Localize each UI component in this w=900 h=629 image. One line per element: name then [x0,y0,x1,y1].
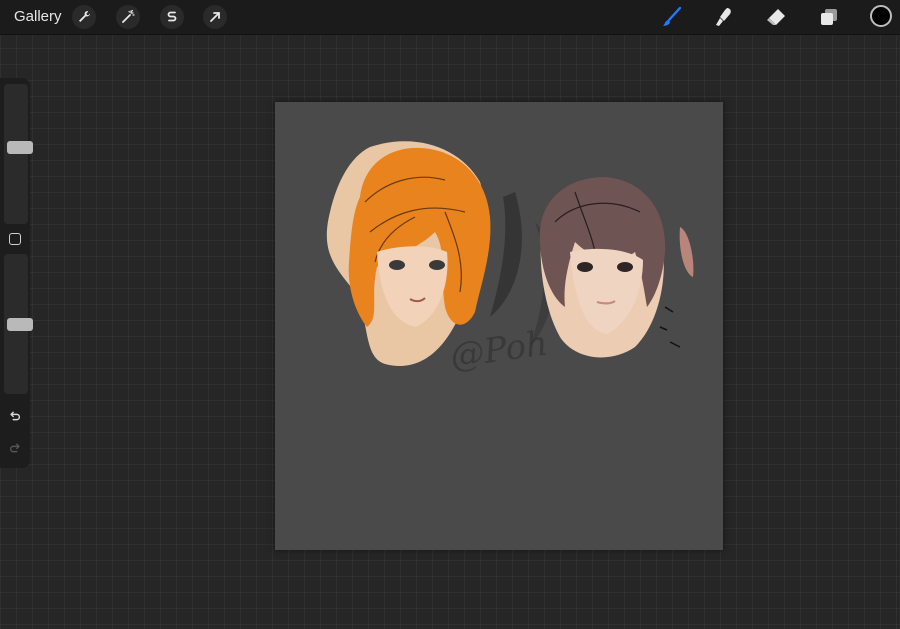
actions-button[interactable] [72,5,96,29]
transform-arrow-icon [210,12,220,22]
right-eye-l [577,262,593,272]
pink-swatch-dab [679,227,694,277]
smudge-tool-button[interactable] [711,4,737,30]
brush-tool-button[interactable] [659,4,685,30]
right-eye-r [617,262,633,272]
shadow-streak [490,192,522,317]
top-toolbar: Gallery [0,0,900,35]
modify-button[interactable] [9,233,21,245]
layers-button[interactable] [816,4,842,30]
brush-icon [663,6,682,26]
adjustments-button[interactable] [116,5,140,29]
gallery-button[interactable]: Gallery [14,8,62,25]
opacity-handle[interactable] [7,318,33,331]
transform-button[interactable] [203,5,227,29]
wrench-icon [79,11,90,22]
selection-button[interactable] [160,5,184,29]
eraser-icon [767,9,785,25]
left-eye-r [429,260,445,270]
color-picker-swatch[interactable] [870,5,892,27]
brush-size-handle[interactable] [7,141,33,154]
undo-button[interactable] [6,408,24,426]
selection-s-icon [167,11,177,22]
ink-marks [659,306,681,348]
brush-size-slider[interactable] [4,84,33,224]
opacity-slider[interactable] [4,254,33,394]
left-eye-l [389,260,405,270]
redo-icon [9,443,20,453]
artwork [326,141,694,367]
redo-button[interactable] [6,440,24,458]
layers-icon [821,9,837,25]
smudge-icon [716,8,731,26]
undo-icon [10,411,21,421]
drawing-canvas[interactable]: @Poh [275,102,723,550]
eraser-tool-button[interactable] [763,4,789,30]
left-sidebar [0,78,33,468]
magic-wand-icon [122,9,135,23]
